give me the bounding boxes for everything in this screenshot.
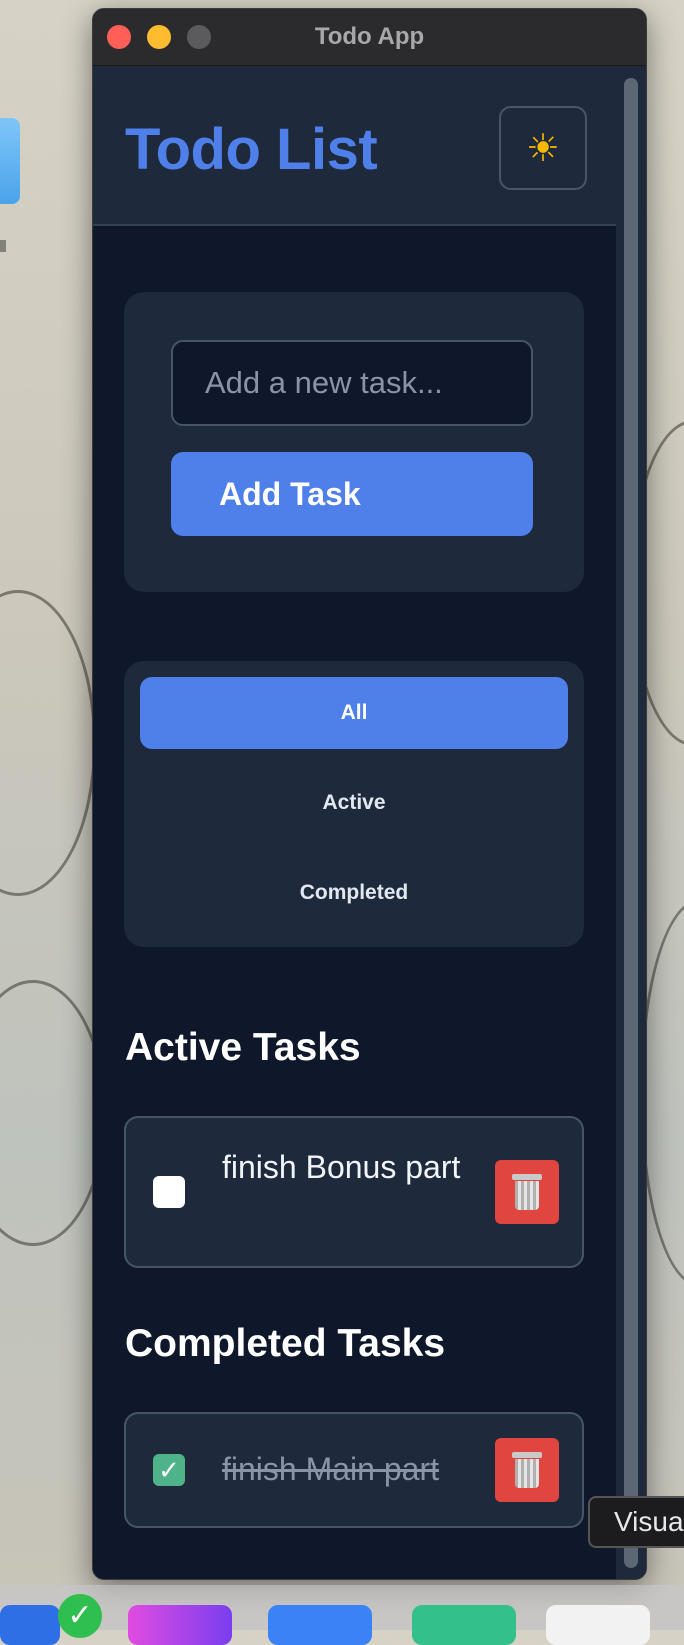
desktop-folder-label <box>0 240 6 252</box>
delete-task-button[interactable] <box>495 1438 559 1502</box>
completed-tasks-heading: Completed Tasks <box>125 1322 446 1365</box>
app-header: Todo List ☀ <box>93 66 616 226</box>
delete-task-button[interactable] <box>495 1160 559 1224</box>
add-task-card: Add Task <box>124 292 584 592</box>
task-text: finish Main part <box>222 1451 439 1487</box>
task-item: ✓ finish Main part <box>124 1412 584 1528</box>
dock-app-icon[interactable] <box>128 1605 232 1645</box>
filter-active-button[interactable]: Active <box>140 767 568 839</box>
window-titlebar: Todo App <box>93 9 646 66</box>
checkmark-icon: ✓ <box>158 1455 180 1485</box>
filter-completed-button[interactable]: Completed <box>140 857 568 929</box>
page-title: Todo List <box>125 117 378 182</box>
app-window: Todo App Todo List ☀ Add Task All Active… <box>92 8 647 1580</box>
add-task-button[interactable]: Add Task <box>171 452 533 536</box>
theme-toggle-button[interactable]: ☀ <box>499 106 587 190</box>
dock-app-icon[interactable] <box>412 1605 516 1645</box>
task-text: finish Bonus part <box>222 1149 461 1185</box>
trash-icon <box>512 1452 542 1488</box>
new-task-input[interactable] <box>171 340 533 426</box>
dock <box>0 1585 684 1645</box>
tooltip: Visua <box>588 1496 684 1548</box>
filter-all-button[interactable]: All <box>140 677 568 749</box>
app-content: Todo List ☀ Add Task All Active Complete… <box>93 66 616 1579</box>
check-badge-icon: ✓ <box>58 1594 102 1638</box>
desktop-folder-icon[interactable] <box>0 118 20 204</box>
task-item: finish Bonus part <box>124 1116 584 1268</box>
filter-card: All Active Completed <box>124 661 584 947</box>
trash-icon <box>512 1174 542 1210</box>
dock-app-icon[interactable] <box>546 1605 650 1645</box>
scrollbar[interactable] <box>616 66 646 1579</box>
active-tasks-heading: Active Tasks <box>125 1026 361 1069</box>
scrollbar-thumb[interactable] <box>624 78 638 1568</box>
dock-app-icon[interactable] <box>268 1605 372 1645</box>
sun-icon: ☀ <box>525 127 561 170</box>
task-checkbox[interactable] <box>153 1176 185 1208</box>
window-title: Todo App <box>314 23 425 50</box>
dock-app-icon[interactable] <box>0 1605 60 1645</box>
task-checkbox[interactable]: ✓ <box>153 1454 185 1486</box>
